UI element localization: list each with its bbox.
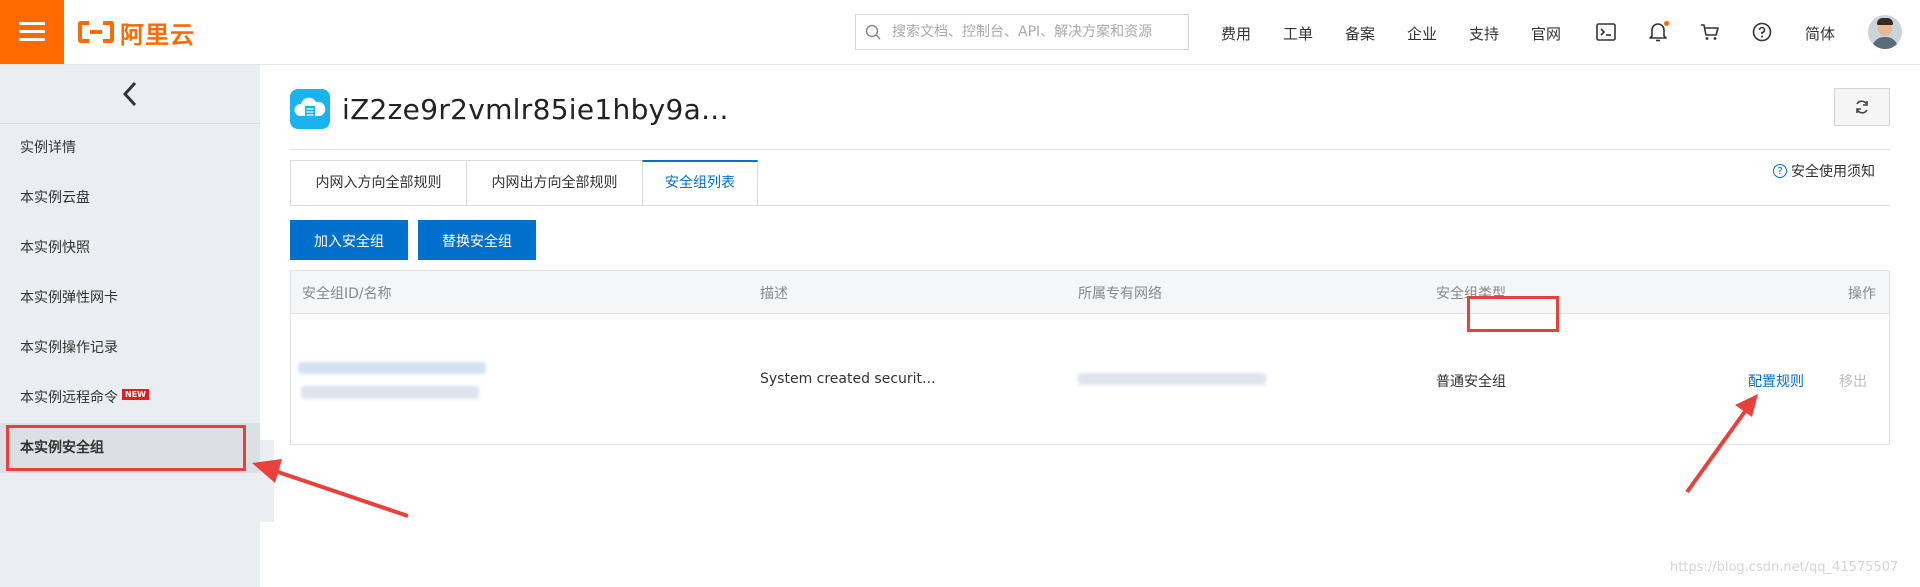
chevron-left-icon <box>122 81 137 107</box>
terminal-icon[interactable] <box>1594 20 1618 44</box>
sidebar-item-instance-details[interactable]: 实例详情 <box>0 123 260 173</box>
sidebar-item-disks[interactable]: 本实例云盘 <box>0 173 260 223</box>
new-badge: NEW <box>122 389 149 400</box>
security-group-table: 安全组ID/名称 描述 所属专有网络 安全组类型 操作 System creat… <box>290 270 1890 445</box>
hamburger-icon <box>19 22 45 25</box>
sidebar-item-remote-command[interactable]: 本实例远程命令 NEW <box>0 373 260 423</box>
remove-link[interactable]: 移出 <box>1839 371 1867 391</box>
sidebar-highlight-box <box>6 425 246 471</box>
page-title: iZ2ze9r2vmlr85ie1hby9a... <box>342 92 729 126</box>
action-highlight-box <box>1467 296 1559 332</box>
avatar[interactable] <box>1868 15 1902 49</box>
back-button[interactable] <box>0 65 260 124</box>
type-cell: 普通安全组 <box>1436 374 1506 390</box>
refresh-icon <box>1856 100 1868 114</box>
menu-button[interactable] <box>0 0 64 64</box>
watermark: https://blog.csdn.net/qq_41575507 <box>1670 560 1899 575</box>
nav-fees[interactable]: 费用 <box>1221 23 1251 44</box>
security-notice-link[interactable]: ? 安全使用须知 <box>1773 161 1875 181</box>
col-description: 描述 <box>760 286 788 302</box>
refresh-button[interactable] <box>1834 88 1890 126</box>
sidebar-item-operation-log[interactable]: 本实例操作记录 <box>0 323 260 373</box>
main-content: iZ2ze9r2vmlr85ie1hby9a... 内网入方向全部规则 内网出方… <box>260 65 1920 587</box>
redacted-vpc-id[interactable] <box>1078 373 1266 385</box>
nav-icp[interactable]: 备案 <box>1345 23 1375 44</box>
nav-tickets[interactable]: 工单 <box>1283 23 1313 44</box>
tab-bar: 内网入方向全部规则 内网出方向全部规则 安全组列表 <box>290 160 758 206</box>
language-switch[interactable]: 简体 <box>1805 23 1835 44</box>
nav-support[interactable]: 支持 <box>1469 23 1499 44</box>
search-input[interactable] <box>890 23 1184 41</box>
sidebar-item-snapshots[interactable]: 本实例快照 <box>0 223 260 273</box>
redacted-security-group-id[interactable] <box>298 362 486 374</box>
search-box[interactable] <box>855 14 1189 50</box>
tab-inbound-rules[interactable]: 内网入方向全部规则 <box>290 160 466 206</box>
table-header: 安全组ID/名称 描述 所属专有网络 安全组类型 操作 <box>291 271 1889 314</box>
tab-outbound-rules[interactable]: 内网出方向全部规则 <box>466 160 642 206</box>
col-id-name: 安全组ID/名称 <box>302 286 392 302</box>
search-icon <box>856 15 890 49</box>
top-bar: 阿里云 费用 工单 备案 企业 支持 官网 简体 <box>0 0 1920 65</box>
redacted-security-group-name <box>301 386 479 399</box>
join-security-group-button[interactable]: 加入安全组 <box>290 220 408 260</box>
cloud-server-icon <box>290 89 330 129</box>
nav-website[interactable]: 官网 <box>1531 23 1561 44</box>
help-icon[interactable] <box>1750 20 1774 44</box>
cart-icon[interactable] <box>1698 20 1722 44</box>
col-vpc: 所属专有网络 <box>1078 286 1162 302</box>
col-actions: 操作 <box>1848 286 1876 302</box>
sidebar: 实例详情 本实例云盘 本实例快照 本实例弹性网卡 本实例操作记录 本实例远程命令… <box>0 65 260 587</box>
sidebar-item-eni[interactable]: 本实例弹性网卡 <box>0 273 260 323</box>
replace-security-group-button[interactable]: 替换安全组 <box>418 220 536 260</box>
question-icon: ? <box>1773 164 1787 178</box>
notification-dot <box>1664 21 1669 26</box>
tab-security-group-list[interactable]: 安全组列表 <box>642 160 758 206</box>
aliyun-logo-icon <box>78 21 114 43</box>
description-cell: System created securit... <box>760 371 936 387</box>
logo[interactable]: 阿里云 <box>78 18 195 49</box>
nav-enterprise[interactable]: 企业 <box>1407 23 1437 44</box>
page-header: iZ2ze9r2vmlr85ie1hby9a... <box>290 89 729 129</box>
logo-text: 阿里云 <box>120 20 195 49</box>
configure-rules-link[interactable]: 配置规则 <box>1748 371 1804 391</box>
bell-icon[interactable] <box>1646 20 1670 44</box>
